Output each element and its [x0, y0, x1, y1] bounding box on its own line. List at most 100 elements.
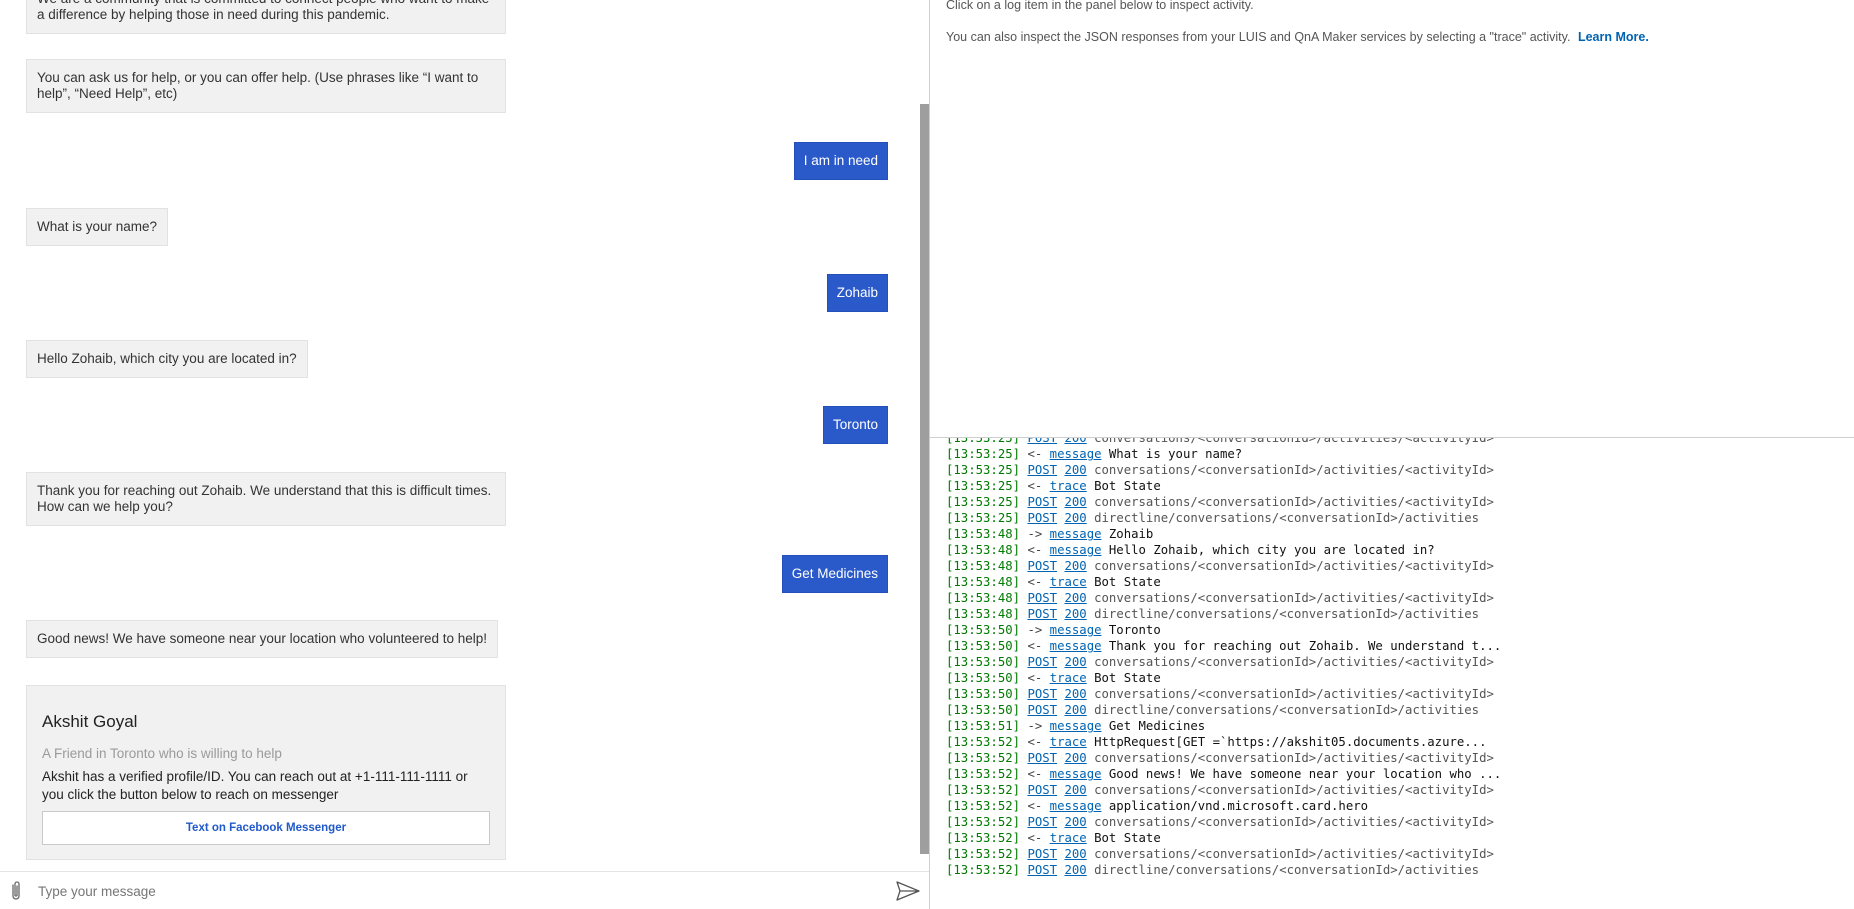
log-entry[interactable]: [13:53:52] POST 200 conversations/<conve…	[946, 750, 1501, 766]
log-activity-type-link[interactable]: trace	[1050, 735, 1087, 749]
log-http-method-link[interactable]: POST	[1027, 815, 1057, 829]
log-entry[interactable]: [13:53:48] <- trace Bot State	[946, 574, 1501, 590]
log-entry[interactable]: [13:53:52] <- message application/vnd.mi…	[946, 798, 1501, 814]
log-activity-type-link[interactable]: message	[1050, 623, 1102, 637]
log-http-method-link[interactable]: POST	[1027, 783, 1057, 797]
log-status-code-link[interactable]: 200	[1064, 655, 1086, 669]
log-http-method-link[interactable]: POST	[1027, 687, 1057, 701]
log-status-code-link[interactable]: 200	[1064, 815, 1086, 829]
log-http-method-link[interactable]: POST	[1027, 463, 1057, 477]
log-timestamp: [13:53:48]	[946, 527, 1021, 541]
log-http-method-link[interactable]: POST	[1027, 847, 1057, 861]
log-timestamp: [13:53:48]	[946, 575, 1021, 589]
log-activity-type-link[interactable]: message	[1050, 447, 1102, 461]
send-icon[interactable]	[896, 881, 920, 901]
log-status-code-link[interactable]: 200	[1064, 463, 1086, 477]
log-entry[interactable]: [13:53:48] POST 200 conversations/<conve…	[946, 558, 1501, 574]
log-entry[interactable]: [13:53:48] POST 200 conversations/<conve…	[946, 590, 1501, 606]
log-timestamp: [13:53:52]	[946, 863, 1021, 877]
log-status-code-link[interactable]: 200	[1064, 591, 1086, 605]
log-http-method-link[interactable]: POST	[1027, 438, 1057, 445]
log-entry[interactable]: [13:53:25] <- message What is your name?	[946, 446, 1501, 462]
log-status-code-link[interactable]: 200	[1064, 863, 1086, 877]
log-entry[interactable]: [13:53:50] <- trace Bot State	[946, 670, 1501, 686]
log-entry[interactable]: [13:53:52] POST 200 conversations/<conve…	[946, 846, 1501, 862]
log-activity-text: Zohaib	[1108, 527, 1154, 541]
user-message-text: I am in need	[803, 153, 878, 168]
log-entry[interactable]: [13:53:50] POST 200 directline/conversat…	[946, 702, 1501, 718]
log-http-method-link[interactable]: POST	[1027, 511, 1057, 525]
log-activity-type-link[interactable]: trace	[1050, 831, 1087, 845]
log-direction-arrow: <-	[1027, 543, 1043, 557]
log-entry[interactable]: [13:53:25] <- trace Bot State	[946, 478, 1501, 494]
log-http-method-link[interactable]: POST	[1027, 703, 1057, 717]
text-on-messenger-button[interactable]: Text on Facebook Messenger	[42, 811, 490, 845]
log-http-method-link[interactable]: POST	[1027, 655, 1057, 669]
log-activity-type-link[interactable]: trace	[1050, 671, 1087, 685]
chat-transcript: We are a community that is committed to …	[0, 0, 920, 871]
log-status-code-link[interactable]: 200	[1064, 751, 1086, 765]
log-path: directline/conversations/<conversationId…	[1094, 511, 1480, 525]
log-activity-type-link[interactable]: message	[1050, 639, 1102, 653]
log-activity-type-link[interactable]: message	[1050, 799, 1102, 813]
log-activity-text: Get Medicines	[1108, 719, 1206, 733]
log-activity-type-link[interactable]: message	[1050, 767, 1102, 781]
log-activity-text: Bot State	[1094, 575, 1161, 589]
log-activity-type-link[interactable]: message	[1050, 527, 1102, 541]
log-timestamp: [13:53:25]	[946, 447, 1021, 461]
chat-scrollbar[interactable]	[920, 0, 929, 871]
learn-more-link[interactable]: Learn More.	[1578, 30, 1649, 44]
log-activity-type-link[interactable]: trace	[1050, 575, 1087, 589]
log-direction-arrow: <-	[1027, 575, 1043, 589]
log-path: conversations/<conversationId>/activitie…	[1094, 783, 1494, 797]
log-http-method-link[interactable]: POST	[1027, 863, 1057, 877]
log-http-method-link[interactable]: POST	[1027, 751, 1057, 765]
log-http-method-link[interactable]: POST	[1027, 559, 1057, 573]
log-entry[interactable]: [13:53:52] POST 200 conversations/<conve…	[946, 782, 1501, 798]
log-entry[interactable]: [13:53:52] POST 200 conversations/<conve…	[946, 814, 1501, 830]
user-message-text: Zohaib	[836, 285, 878, 300]
log-entry[interactable]: [13:53:25] POST 200 conversations/<conve…	[946, 462, 1501, 478]
log-entry[interactable]: [13:53:52] POST 200 directline/conversat…	[946, 862, 1501, 878]
log-entry[interactable]: [13:53:50] POST 200 conversations/<conve…	[946, 654, 1501, 670]
log-activity-type-link[interactable]: trace	[1050, 479, 1087, 493]
message-input[interactable]	[38, 878, 878, 904]
log-http-method-link[interactable]: POST	[1027, 591, 1057, 605]
log-http-method-link[interactable]: POST	[1027, 607, 1057, 621]
log-status-code-link[interactable]: 200	[1064, 511, 1086, 525]
log-http-method-link[interactable]: POST	[1027, 495, 1057, 509]
log-entry[interactable]: [13:53:48] POST 200 directline/conversat…	[946, 606, 1501, 622]
log-status-code-link[interactable]: 200	[1064, 607, 1086, 621]
log-activity-type-link[interactable]: message	[1050, 719, 1102, 733]
log-entry[interactable]: [13:53:50] -> message Toronto	[946, 622, 1501, 638]
log-activity-type-link[interactable]: message	[1050, 543, 1102, 557]
log-status-code-link[interactable]: 200	[1064, 783, 1086, 797]
log-entry[interactable]: [13:53:48] <- message Hello Zohaib, whic…	[946, 542, 1501, 558]
log-entry[interactable]: [13:53:25] POST 200 conversations/<conve…	[946, 438, 1501, 446]
log-activity-text: HttpRequest[GET =`https://akshit05.docum…	[1094, 735, 1487, 749]
paperclip-icon[interactable]	[8, 880, 24, 902]
log-status-code-link[interactable]: 200	[1064, 703, 1086, 717]
log-entry[interactable]: [13:53:48] -> message Zohaib	[946, 526, 1501, 542]
chat-scrollbar-thumb[interactable]	[920, 104, 929, 854]
bot-message: Hello Zohaib, which city you are located…	[26, 340, 308, 378]
log-activity-text: Bot State	[1094, 479, 1161, 493]
log-entry[interactable]: [13:53:50] POST 200 conversations/<conve…	[946, 686, 1501, 702]
inspector-hint: Click on a log item in the panel below t…	[946, 0, 1254, 12]
log-activity-text: Bot State	[1094, 671, 1161, 685]
log-status-code-link[interactable]: 200	[1064, 847, 1086, 861]
log-status-code-link[interactable]: 200	[1064, 559, 1086, 573]
log-timestamp: [13:53:52]	[946, 847, 1021, 861]
log-entry[interactable]: [13:53:50] <- message Thank you for reac…	[946, 638, 1501, 654]
log-entry[interactable]: [13:53:25] POST 200 directline/conversat…	[946, 510, 1501, 526]
log-entry[interactable]: [13:53:25] POST 200 conversations/<conve…	[946, 494, 1501, 510]
log-entry[interactable]: [13:53:52] <- trace Bot State	[946, 830, 1501, 846]
log-entry[interactable]: [13:53:51] -> message Get Medicines	[946, 718, 1501, 734]
log-status-code-link[interactable]: 200	[1064, 687, 1086, 701]
log-path: conversations/<conversationId>/activitie…	[1094, 655, 1494, 669]
hero-card-subtitle: A Friend in Toronto who is willing to he…	[42, 746, 282, 761]
log-status-code-link[interactable]: 200	[1064, 495, 1086, 509]
log-status-code-link[interactable]: 200	[1064, 438, 1086, 445]
log-entry[interactable]: [13:53:52] <- trace HttpRequest[GET =`ht…	[946, 734, 1501, 750]
log-entry[interactable]: [13:53:52] <- message Good news! We have…	[946, 766, 1501, 782]
